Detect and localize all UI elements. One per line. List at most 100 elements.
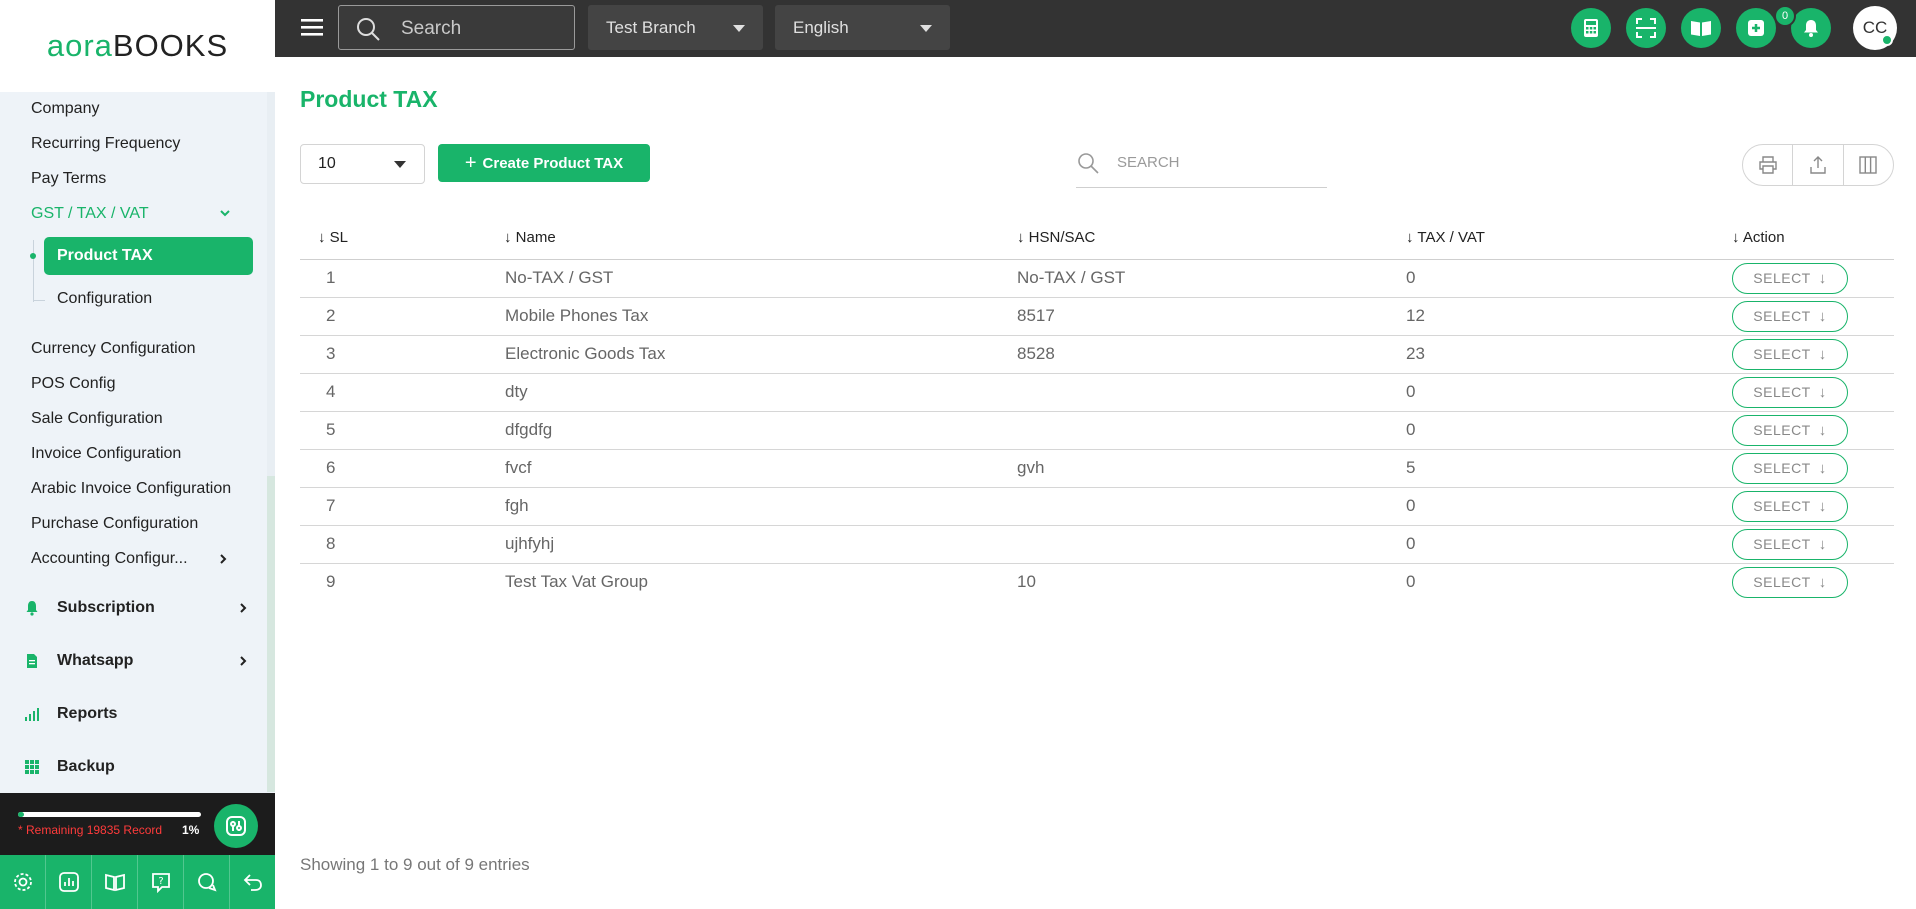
plus-square-icon [1748, 20, 1764, 36]
page-size-select[interactable]: 10 [300, 144, 425, 184]
gear-icon [13, 873, 32, 891]
table-row[interactable]: 2 Mobile Phones Tax 8517 12 SELECT ↓ [300, 297, 1894, 336]
table-row[interactable]: 4 dty 0 SELECT ↓ [300, 373, 1894, 412]
settings-button[interactable] [0, 855, 46, 909]
print-button[interactable] [1743, 145, 1794, 185]
table-row[interactable]: 8 ujhfyhj 0 SELECT ↓ [300, 525, 1894, 564]
column-header-name[interactable]: ↓ Name [492, 216, 1017, 260]
table-row[interactable]: 6 fvcf gvh 5 SELECT ↓ [300, 449, 1894, 488]
table-tools [1742, 144, 1894, 186]
table-search-input[interactable]: SEARCH [1076, 148, 1327, 188]
sidebar-subitem-configuration[interactable]: Configuration [57, 290, 152, 308]
select-button[interactable]: SELECT ↓ [1732, 376, 1848, 408]
sidebar-item-accounting-configuration[interactable]: Accounting Configur... [31, 550, 188, 568]
row-name: dfgdfg [492, 411, 1017, 450]
top-bar: Search Test Branch English [275, 0, 1916, 57]
row-tax-vat: 5 [1405, 449, 1732, 488]
sidebar-item-pos-config[interactable]: POS Config [31, 375, 115, 393]
select-button[interactable]: SELECT ↓ [1732, 566, 1848, 598]
chat-button[interactable] [184, 855, 230, 909]
sidebar-scrollbar-thumb[interactable] [267, 476, 275, 792]
caret-down-icon [733, 25, 745, 32]
notifications-button[interactable] [1791, 8, 1831, 48]
row-tax-vat: 12 [1405, 297, 1732, 336]
export-button[interactable] [1793, 145, 1844, 185]
table-row[interactable]: 1 No-TAX / GST No-TAX / GST 0 SELECT ↓ [300, 259, 1894, 298]
select-button[interactable]: SELECT ↓ [1732, 528, 1848, 560]
page-size-value: 10 [318, 155, 336, 172]
create-product-tax-button[interactable]: + Create Product TAX [438, 144, 650, 182]
table-row[interactable]: 9 Test Tax Vat Group 10 0 SELECT ↓ [300, 563, 1894, 601]
sidebar-item-company[interactable]: Company [31, 100, 99, 118]
docs-button[interactable] [92, 855, 138, 909]
select-button[interactable]: SELECT ↓ [1732, 338, 1848, 370]
row-name: Electronic Goods Tax [492, 335, 1017, 374]
row-name: fgh [492, 487, 1017, 526]
sidebar-item-arabic-invoice-configuration[interactable]: Arabic Invoice Configuration [31, 480, 231, 498]
global-search-input[interactable]: Search [338, 5, 575, 50]
sidebar-item-currency-configuration[interactable]: Currency Configuration [31, 340, 196, 358]
row-name: dty [492, 373, 1017, 412]
sidebar-item-gst-tax-vat[interactable]: GST / TAX / VAT [31, 205, 149, 223]
sidebar-item-label: Backup [57, 758, 115, 775]
sidebar-item-invoice-configuration[interactable]: Invoice Configuration [31, 445, 181, 463]
sidebar-item-whatsapp[interactable]: Whatsapp [24, 652, 249, 670]
back-button[interactable] [230, 855, 275, 909]
select-label: SELECT [1753, 460, 1811, 476]
calculator-button[interactable] [1571, 8, 1611, 48]
usage-percent: 1% [182, 823, 200, 837]
select-label: SELECT [1753, 498, 1811, 514]
scan-button[interactable] [1626, 8, 1666, 48]
aorabooks-logo[interactable]: aoraBOOKS [47, 28, 228, 64]
sidebar-item-recurring-frequency[interactable]: Recurring Frequency [31, 135, 180, 153]
table-row[interactable]: 7 fgh 0 SELECT ↓ [300, 487, 1894, 526]
stats-button[interactable] [46, 855, 92, 909]
select-button[interactable]: SELECT ↓ [1732, 452, 1848, 484]
bottom-toolbar: ? [0, 855, 275, 909]
sidebar-item-purchase-configuration[interactable]: Purchase Configuration [31, 515, 198, 533]
row-sl: 7 [300, 487, 492, 526]
chevron-right-icon[interactable] [217, 553, 229, 565]
create-button-label: Create Product TAX [482, 154, 624, 172]
sidebar-item-reports[interactable]: Reports [24, 705, 249, 723]
arrow-down-icon: ↓ [1818, 573, 1827, 591]
language-dropdown[interactable]: English [775, 5, 950, 50]
column-header-sl[interactable]: ↓ SL [300, 216, 492, 260]
search-placeholder: Search [401, 18, 462, 39]
row-hsn-sac: No-TAX / GST [1017, 259, 1405, 298]
branch-dropdown[interactable]: Test Branch [588, 5, 763, 50]
arrow-down-icon: ↓ [1818, 421, 1827, 439]
row-tax-vat: 0 [1405, 259, 1732, 298]
sidebar-item-pay-terms[interactable]: Pay Terms [31, 170, 106, 188]
select-button[interactable]: SELECT ↓ [1732, 262, 1848, 294]
select-button[interactable]: SELECT ↓ [1732, 414, 1848, 446]
table-row[interactable]: 5 dfgdfg 0 SELECT ↓ [300, 411, 1894, 450]
columns-button[interactable] [1844, 145, 1893, 185]
add-button[interactable] [1736, 8, 1776, 48]
chevron-down-icon[interactable] [218, 206, 232, 220]
table-row[interactable]: 3 Electronic Goods Tax 8528 23 SELECT ↓ [300, 335, 1894, 374]
sidebar-item-subscription[interactable]: Subscription [24, 599, 249, 617]
app-root: aoraBOOKS Company Recurring Frequency Pa… [0, 0, 1916, 909]
column-header-tax-vat[interactable]: ↓ TAX / VAT [1405, 216, 1732, 260]
book-button[interactable] [1681, 8, 1721, 48]
row-tax-vat: 0 [1405, 411, 1732, 450]
undo-icon [243, 874, 262, 891]
select-label: SELECT [1753, 346, 1811, 362]
hamburger-menu-icon[interactable] [301, 17, 323, 37]
sidebar-item-sale-configuration[interactable]: Sale Configuration [31, 410, 163, 428]
row-hsn-sac [1017, 373, 1405, 412]
help-button[interactable]: ? [138, 855, 184, 909]
sidebar-item-backup[interactable]: Backup [24, 758, 249, 776]
upgrade-button[interactable] [214, 804, 258, 848]
row-hsn-sac: 8517 [1017, 297, 1405, 336]
language-value: English [793, 18, 849, 37]
bar-chart-icon [24, 706, 40, 722]
column-header-hsn-sac[interactable]: ↓ HSN/SAC [1017, 216, 1405, 260]
select-button[interactable]: SELECT ↓ [1732, 490, 1848, 522]
row-action: SELECT ↓ [1732, 411, 1894, 450]
sidebar-subitem-product-tax[interactable]: Product TAX [44, 237, 253, 275]
row-tax-vat: 0 [1405, 487, 1732, 526]
select-button[interactable]: SELECT ↓ [1732, 300, 1848, 332]
logo-area: aoraBOOKS [0, 0, 275, 92]
